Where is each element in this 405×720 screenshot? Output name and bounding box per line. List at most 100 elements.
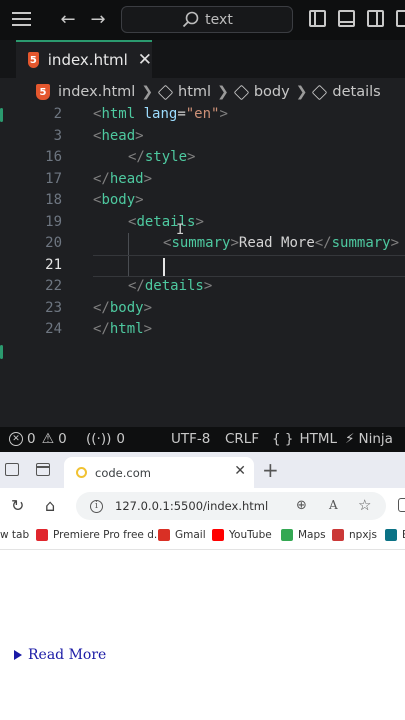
- code-line[interactable]: 16 </style>: [0, 147, 405, 169]
- tab-label: index.html: [47, 51, 128, 69]
- chevron-right-icon: ❯: [295, 84, 308, 100]
- bookmark-item[interactable]: Maps: [281, 529, 326, 541]
- browser-toolbar: ↻ ⌂ i 127.0.0.1:5500/index.html ⊕ A ☆: [0, 488, 405, 524]
- code-content: </details>: [128, 276, 212, 298]
- code-bracket: >: [219, 106, 228, 122]
- command-search-text: text: [205, 11, 233, 28]
- bookmark-item[interactable]: E: [385, 529, 405, 541]
- language-mode[interactable]: { } HTML: [272, 431, 337, 447]
- bookmark-item[interactable]: w tab: [0, 529, 29, 541]
- hamburger-menu-icon[interactable]: [10, 8, 34, 30]
- code-bracket: </: [128, 278, 145, 294]
- mouse-ibeam-icon: I: [176, 222, 185, 238]
- browser-tab-strip: code.com ✕ +: [0, 452, 405, 488]
- url-text: 127.0.0.1:5500/index.html: [115, 499, 269, 513]
- line-number: 22: [45, 278, 62, 294]
- favorite-star-icon[interactable]: ☆: [358, 496, 371, 514]
- new-tab-icon[interactable]: +: [262, 458, 279, 482]
- line-number: 19: [45, 213, 62, 230]
- bookmark-favicon-icon: [158, 529, 170, 541]
- breadcrumb-file[interactable]: index.html: [58, 84, 135, 100]
- bookmark-item[interactable]: Gmail: [158, 529, 206, 541]
- warning-icon: ⚠: [41, 431, 55, 447]
- bookmark-label: Maps: [298, 529, 326, 541]
- problems-indicator[interactable]: ✕ 0 ⚠ 0: [9, 431, 67, 447]
- code-bracket: >: [143, 321, 153, 337]
- breadcrumb-item-body[interactable]: body: [254, 84, 290, 100]
- code-line[interactable]: 18 <body>: [0, 190, 405, 212]
- toggle-panel-icon[interactable]: [338, 10, 355, 27]
- ports-indicator[interactable]: ((·)) 0: [86, 431, 125, 447]
- line-number: 20: [45, 235, 62, 251]
- code-line[interactable]: 20 <summary>Read More</summary>: [0, 233, 405, 255]
- forward-arrow-icon[interactable]: →: [86, 8, 110, 30]
- code-line[interactable]: 24 </html>: [0, 319, 405, 341]
- status-bar: ✕ 0 ⚠ 0 ((·)) 0 UTF-8 CRLF { } HTML ⚡ Ni…: [0, 427, 405, 452]
- bookmark-item[interactable]: YouTube: [212, 529, 272, 541]
- code-tag-name: style: [144, 149, 188, 165]
- workspaces-icon[interactable]: [5, 463, 19, 476]
- customize-layout-icon[interactable]: [396, 10, 405, 27]
- title-bar: ← → text: [0, 0, 405, 40]
- address-bar[interactable]: i 127.0.0.1:5500/index.html ⊕ A ☆: [76, 492, 386, 520]
- details-summary[interactable]: Read More: [14, 647, 106, 663]
- eol-selector[interactable]: CRLF: [225, 431, 259, 447]
- code-tag-name: summary: [331, 235, 391, 251]
- code-bracket: >: [143, 299, 153, 316]
- extension-label: Ninja: [358, 431, 393, 447]
- chevron-right-icon: ❯: [141, 84, 154, 100]
- search-icon: [183, 11, 199, 27]
- tab-actions-icon[interactable]: [36, 463, 50, 476]
- code-tag-name: body: [109, 299, 144, 316]
- code-bracket: >: [230, 235, 239, 251]
- bookmark-label: npxjs: [349, 529, 377, 541]
- zoom-icon[interactable]: ⊕: [296, 498, 307, 513]
- extensions-icon[interactable]: [398, 498, 405, 512]
- element-cube-icon: [233, 84, 250, 100]
- site-info-icon[interactable]: i: [90, 499, 103, 513]
- toggle-secondary-sidebar-icon[interactable]: [367, 10, 384, 27]
- editor-tab-bar: 5 index.html ✕: [0, 40, 405, 78]
- close-tab-icon[interactable]: ✕: [234, 463, 246, 479]
- code-line[interactable]: 17 </head>: [0, 169, 405, 191]
- code-bracket: >: [390, 235, 400, 251]
- read-aloud-icon[interactable]: A: [329, 498, 338, 512]
- close-tab-icon[interactable]: ✕: [138, 50, 152, 70]
- code-content: </head>: [93, 169, 152, 191]
- reload-icon[interactable]: ↻: [11, 496, 24, 515]
- code-line[interactable]: 2 <html lang="en">: [0, 104, 405, 126]
- disclosure-triangle-icon: [14, 650, 22, 660]
- bookmark-item[interactable]: Premiere Pro free d...: [36, 529, 164, 541]
- home-icon[interactable]: ⌂: [45, 496, 55, 515]
- toggle-primary-sidebar-icon[interactable]: [309, 10, 326, 27]
- command-search-box[interactable]: text: [121, 6, 293, 33]
- git-change-marker: [0, 108, 3, 122]
- code-line[interactable]: 22 </details>: [0, 276, 405, 298]
- code-line[interactable]: 19 <details>: [0, 212, 405, 234]
- ports-count: 0: [116, 431, 125, 447]
- encoding-selector[interactable]: UTF-8: [171, 431, 210, 447]
- bookmark-item[interactable]: npxjs: [332, 529, 377, 541]
- code-bracket: </: [93, 321, 110, 337]
- code-content: <html lang="en">: [93, 104, 228, 126]
- page-content: Read More: [0, 550, 405, 720]
- code-bracket: </: [128, 149, 145, 165]
- extension-status[interactable]: ⚡ Ninja: [345, 431, 393, 447]
- back-arrow-icon[interactable]: ←: [56, 8, 80, 30]
- browser-tab[interactable]: code.com ✕: [64, 457, 254, 488]
- current-line-highlight: [93, 255, 405, 277]
- breadcrumb-item-details[interactable]: details: [332, 84, 380, 100]
- code-line[interactable]: 3 <head>: [0, 126, 405, 148]
- code-tag-name: head: [101, 127, 136, 144]
- code-tag-name: head: [109, 170, 144, 187]
- html5-file-icon: 5: [28, 52, 39, 68]
- code-tag-name: body: [101, 192, 136, 208]
- code-line[interactable]: 23 </body>: [0, 298, 405, 320]
- tab-index-html[interactable]: 5 index.html ✕: [16, 40, 152, 78]
- error-count: 0: [27, 431, 36, 447]
- breadcrumb-item-html[interactable]: html: [178, 84, 211, 100]
- code-content: <body>: [93, 190, 144, 212]
- code-content: <head>: [93, 126, 144, 148]
- bookmark-label: Gmail: [175, 529, 206, 541]
- browser-tab-title: code.com: [95, 465, 151, 480]
